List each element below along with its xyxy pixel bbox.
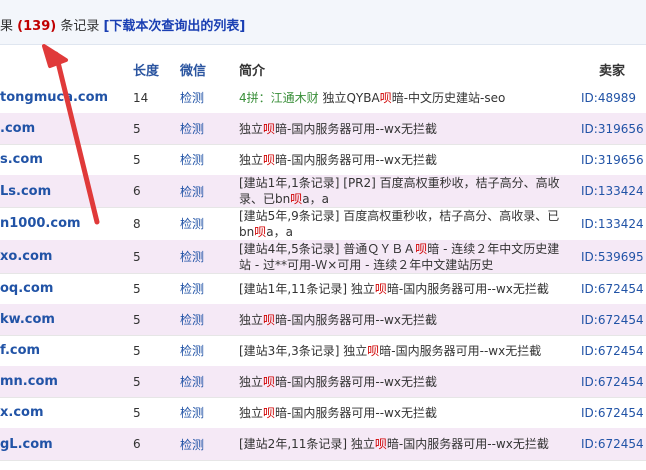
red-arrow-head xyxy=(42,44,68,68)
annotation-arrow xyxy=(42,44,100,225)
red-arrow-shaft xyxy=(53,51,100,225)
